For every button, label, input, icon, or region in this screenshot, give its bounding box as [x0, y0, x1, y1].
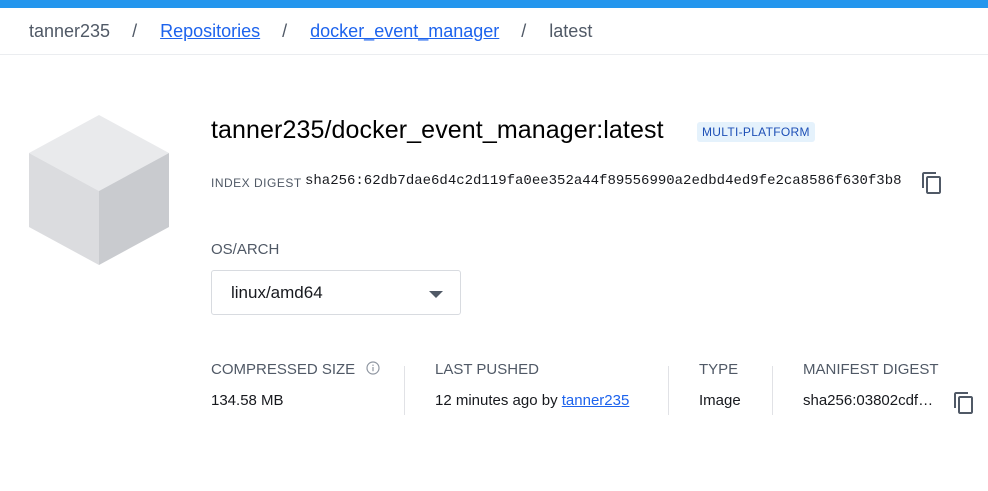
compressed-size-label: COMPRESSED SIZE	[211, 361, 356, 378]
breadcrumb-repo-link[interactable]: docker_event_manager	[310, 21, 499, 42]
last-pushed-section: LAST PUSHED 12 minutes ago by tanner235	[435, 361, 629, 409]
os-arch-selected-value: linux/amd64	[231, 282, 323, 302]
page-title: tanner235/docker_event_manager:latest	[211, 116, 664, 144]
multi-platform-badge: MULTI-PLATFORM	[697, 122, 815, 142]
pushed-by-user-link[interactable]: tanner235	[562, 392, 630, 409]
chevron-down-icon	[429, 291, 443, 298]
compressed-size-label-row: COMPRESSED SIZE	[211, 361, 380, 378]
manifest-digest-section: MANIFEST DIGEST sha256:03802cdf…	[803, 361, 939, 409]
compressed-size-value: 134.58 MB	[211, 392, 284, 409]
breadcrumb-user: tanner235	[29, 20, 111, 41]
os-arch-label: OS/ARCH	[211, 241, 280, 258]
copy-icon[interactable]	[920, 171, 944, 195]
divider	[668, 366, 669, 415]
divider	[404, 366, 405, 415]
type-label: TYPE	[699, 361, 739, 378]
top-accent-bar	[0, 0, 988, 8]
breadcrumb-separator: /	[521, 20, 527, 41]
info-icon[interactable]	[366, 361, 380, 375]
os-arch-select[interactable]: linux/amd64	[211, 270, 461, 315]
last-pushed-label: LAST PUSHED	[435, 361, 539, 378]
breadcrumb-tag: latest	[549, 20, 593, 41]
breadcrumb-repositories-link[interactable]: Repositories	[160, 21, 260, 42]
type-value: Image	[699, 392, 741, 409]
index-digest-value: sha256:62db7dae6d4c2d119fa0ee352a44f8955…	[305, 173, 902, 189]
breadcrumb-separator: /	[132, 20, 138, 41]
type-section: TYPE Image	[699, 361, 741, 409]
compressed-size-section: COMPRESSED SIZE 134.58 MB	[211, 361, 380, 409]
last-pushed-value: 12 minutes ago by tanner235	[435, 392, 629, 409]
breadcrumb: tanner235 / Repositories / docker_event_…	[0, 8, 988, 55]
divider	[772, 366, 773, 415]
index-digest-label: INDEX DIGEST	[211, 176, 302, 190]
copy-icon[interactable]	[952, 391, 976, 415]
image-cube-icon	[28, 114, 170, 266]
manifest-digest-value: sha256:03802cdf…	[803, 392, 934, 409]
breadcrumb-separator: /	[282, 20, 288, 41]
manifest-digest-label: MANIFEST DIGEST	[803, 361, 939, 378]
last-pushed-text: 12 minutes ago by	[435, 392, 558, 409]
